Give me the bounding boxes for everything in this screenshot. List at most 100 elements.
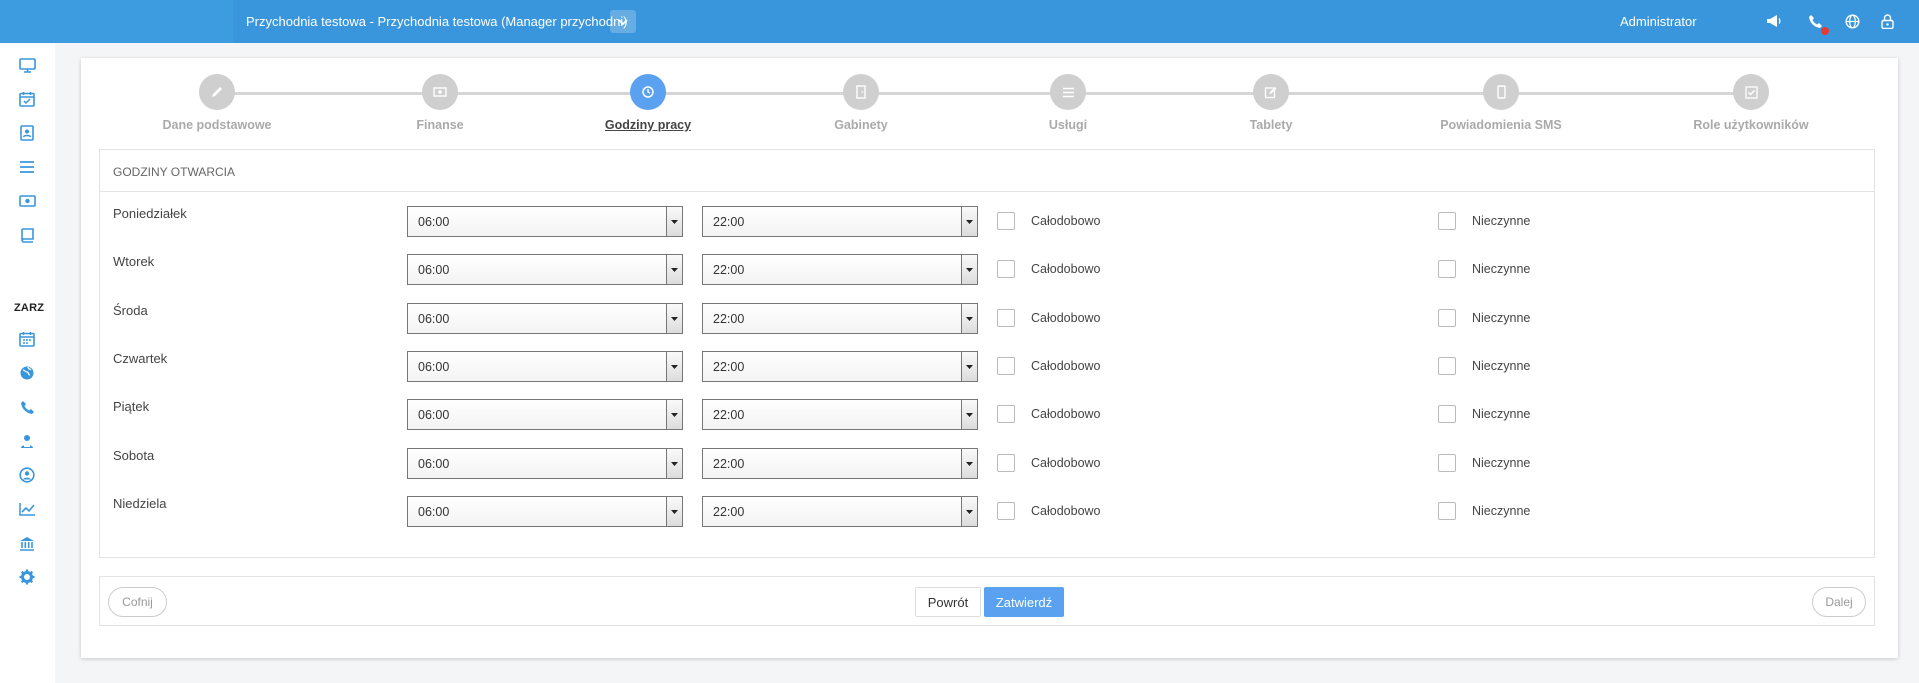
- closed-checkbox[interactable]: [1438, 405, 1456, 423]
- pencil-icon: [199, 74, 235, 110]
- phone-icon[interactable]: [1806, 12, 1829, 35]
- allday-checkbox[interactable]: [997, 405, 1015, 423]
- day-row: Środa 06:00 22:00 Całodobowo Nieczynne: [99, 303, 1875, 343]
- globe-icon[interactable]: [17, 363, 37, 383]
- closed-label: Nieczynne: [1472, 311, 1531, 325]
- money-icon: [422, 74, 458, 110]
- door-icon: [843, 74, 879, 110]
- return-button[interactable]: Powrót: [915, 587, 981, 617]
- bank-icon[interactable]: [17, 533, 37, 553]
- day-row: Poniedziałek 06:00 22:00 Całodobowo Niec…: [99, 206, 1875, 246]
- gear-icon[interactable]: [17, 567, 37, 587]
- wizard-step-uslugi[interactable]: Usługi: [958, 74, 1178, 132]
- close-time-select[interactable]: 22:00: [702, 303, 978, 334]
- sidebar-section-label: ZARZ: [14, 302, 45, 314]
- chevron-down-icon: [618, 18, 628, 25]
- wizard-step-label: Finanse: [416, 118, 464, 132]
- dropdown-arrow-icon: [666, 255, 682, 284]
- day-row: Sobota 06:00 22:00 Całodobowo Nieczynne: [99, 448, 1875, 488]
- wizard-step-finanse[interactable]: Finanse: [330, 74, 550, 132]
- wizard-step-tablety[interactable]: Tablety: [1161, 74, 1381, 132]
- closed-checkbox[interactable]: [1438, 502, 1456, 520]
- close-time-select[interactable]: 22:00: [702, 206, 978, 237]
- closed-label: Nieczynne: [1472, 359, 1531, 373]
- contact-card-icon[interactable]: [17, 123, 37, 143]
- calendar-icon[interactable]: [17, 329, 37, 349]
- dropdown-arrow-icon: [961, 304, 977, 333]
- allday-checkbox[interactable]: [997, 309, 1015, 327]
- closed-checkbox[interactable]: [1438, 357, 1456, 375]
- allday-checkbox[interactable]: [997, 454, 1015, 472]
- wizard-step-label: Dane podstawowe: [162, 118, 272, 132]
- day-name: Sobota: [113, 448, 155, 463]
- footer-bar: Cofnij Powrót Zatwierdź Dalej: [99, 576, 1875, 626]
- panel-title: GODZINY OTWARCIA: [100, 150, 1874, 192]
- list-icon[interactable]: [17, 157, 37, 177]
- close-time-select[interactable]: 22:00: [702, 399, 978, 430]
- back-button[interactable]: Cofnij: [108, 587, 167, 617]
- clock-icon: [630, 74, 666, 110]
- user-circle-icon[interactable]: [17, 465, 37, 485]
- day-name: Poniedziałek: [113, 206, 187, 221]
- allday-label: Całodobowo: [1031, 504, 1101, 518]
- open-time-select[interactable]: 06:00: [407, 303, 683, 334]
- allday-checkbox[interactable]: [997, 502, 1015, 520]
- wizard-step-role-uzytkownikow[interactable]: Role użytkowników: [1641, 74, 1861, 132]
- confirm-button[interactable]: Zatwierdź: [984, 587, 1064, 617]
- wizard-step-powiadomienia-sms[interactable]: Powiadomienia SMS: [1391, 74, 1611, 132]
- user-name[interactable]: Administrator: [1620, 14, 1697, 29]
- allday-checkbox[interactable]: [997, 212, 1015, 230]
- book-icon[interactable]: [17, 225, 37, 245]
- open-time-select[interactable]: 06:00: [407, 351, 683, 382]
- allday-label: Całodobowo: [1031, 262, 1101, 276]
- clinic-dropdown-button[interactable]: [610, 10, 636, 33]
- open-time-select[interactable]: 06:00: [407, 254, 683, 285]
- edit-icon: [1253, 74, 1289, 110]
- allday-checkbox[interactable]: [997, 357, 1015, 375]
- lock-icon[interactable]: [1878, 12, 1896, 30]
- wizard-step-dane-podstawowe[interactable]: Dane podstawowe: [107, 74, 327, 132]
- mobile-icon: [1483, 74, 1519, 110]
- brand-area: [0, 0, 233, 43]
- day-row: Piątek 06:00 22:00 Całodobowo Nieczynne: [99, 399, 1875, 439]
- monitor-icon[interactable]: [17, 55, 37, 75]
- phone-icon[interactable]: [17, 397, 37, 417]
- money-icon[interactable]: [17, 191, 37, 211]
- calendar-check-icon[interactable]: [17, 89, 37, 109]
- dropdown-arrow-icon: [961, 400, 977, 429]
- closed-label: Nieczynne: [1472, 504, 1531, 518]
- open-time-select[interactable]: 06:00: [407, 496, 683, 527]
- day-row: Wtorek 06:00 22:00 Całodobowo Nieczynne: [99, 254, 1875, 294]
- close-time-select[interactable]: 22:00: [702, 448, 978, 479]
- chart-icon[interactable]: [17, 499, 37, 519]
- closed-checkbox[interactable]: [1438, 454, 1456, 472]
- close-time-select[interactable]: 22:00: [702, 254, 978, 285]
- closed-label: Nieczynne: [1472, 214, 1531, 228]
- closed-checkbox[interactable]: [1438, 260, 1456, 278]
- close-time-select[interactable]: 22:00: [702, 496, 978, 527]
- open-time-select[interactable]: 06:00: [407, 399, 683, 430]
- allday-checkbox[interactable]: [997, 260, 1015, 278]
- allday-label: Całodobowo: [1031, 311, 1101, 325]
- close-time-select[interactable]: 22:00: [702, 351, 978, 382]
- closed-checkbox[interactable]: [1438, 212, 1456, 230]
- users-icon[interactable]: [17, 431, 37, 451]
- wizard-step-godziny-pracy[interactable]: Godziny pracy: [538, 74, 758, 132]
- dropdown-arrow-icon: [961, 497, 977, 526]
- notification-dot: [1821, 27, 1829, 35]
- wizard-step-label: Powiadomienia SMS: [1440, 118, 1562, 132]
- globe-icon[interactable]: [1843, 12, 1861, 30]
- next-button[interactable]: Dalej: [1812, 587, 1866, 617]
- closed-label: Nieczynne: [1472, 456, 1531, 470]
- day-name: Środa: [113, 303, 148, 318]
- dropdown-arrow-icon: [666, 449, 682, 478]
- allday-label: Całodobowo: [1031, 407, 1101, 421]
- wizard-step-gabinety[interactable]: Gabinety: [751, 74, 971, 132]
- day-row: Niedziela 06:00 22:00 Całodobowo Nieczyn…: [99, 496, 1875, 536]
- closed-checkbox[interactable]: [1438, 309, 1456, 327]
- open-time-select[interactable]: 06:00: [407, 448, 683, 479]
- day-name: Niedziela: [113, 496, 167, 511]
- megaphone-icon[interactable]: [1765, 12, 1783, 30]
- wizard-step-label: Role użytkowników: [1693, 118, 1809, 132]
- open-time-select[interactable]: 06:00: [407, 206, 683, 237]
